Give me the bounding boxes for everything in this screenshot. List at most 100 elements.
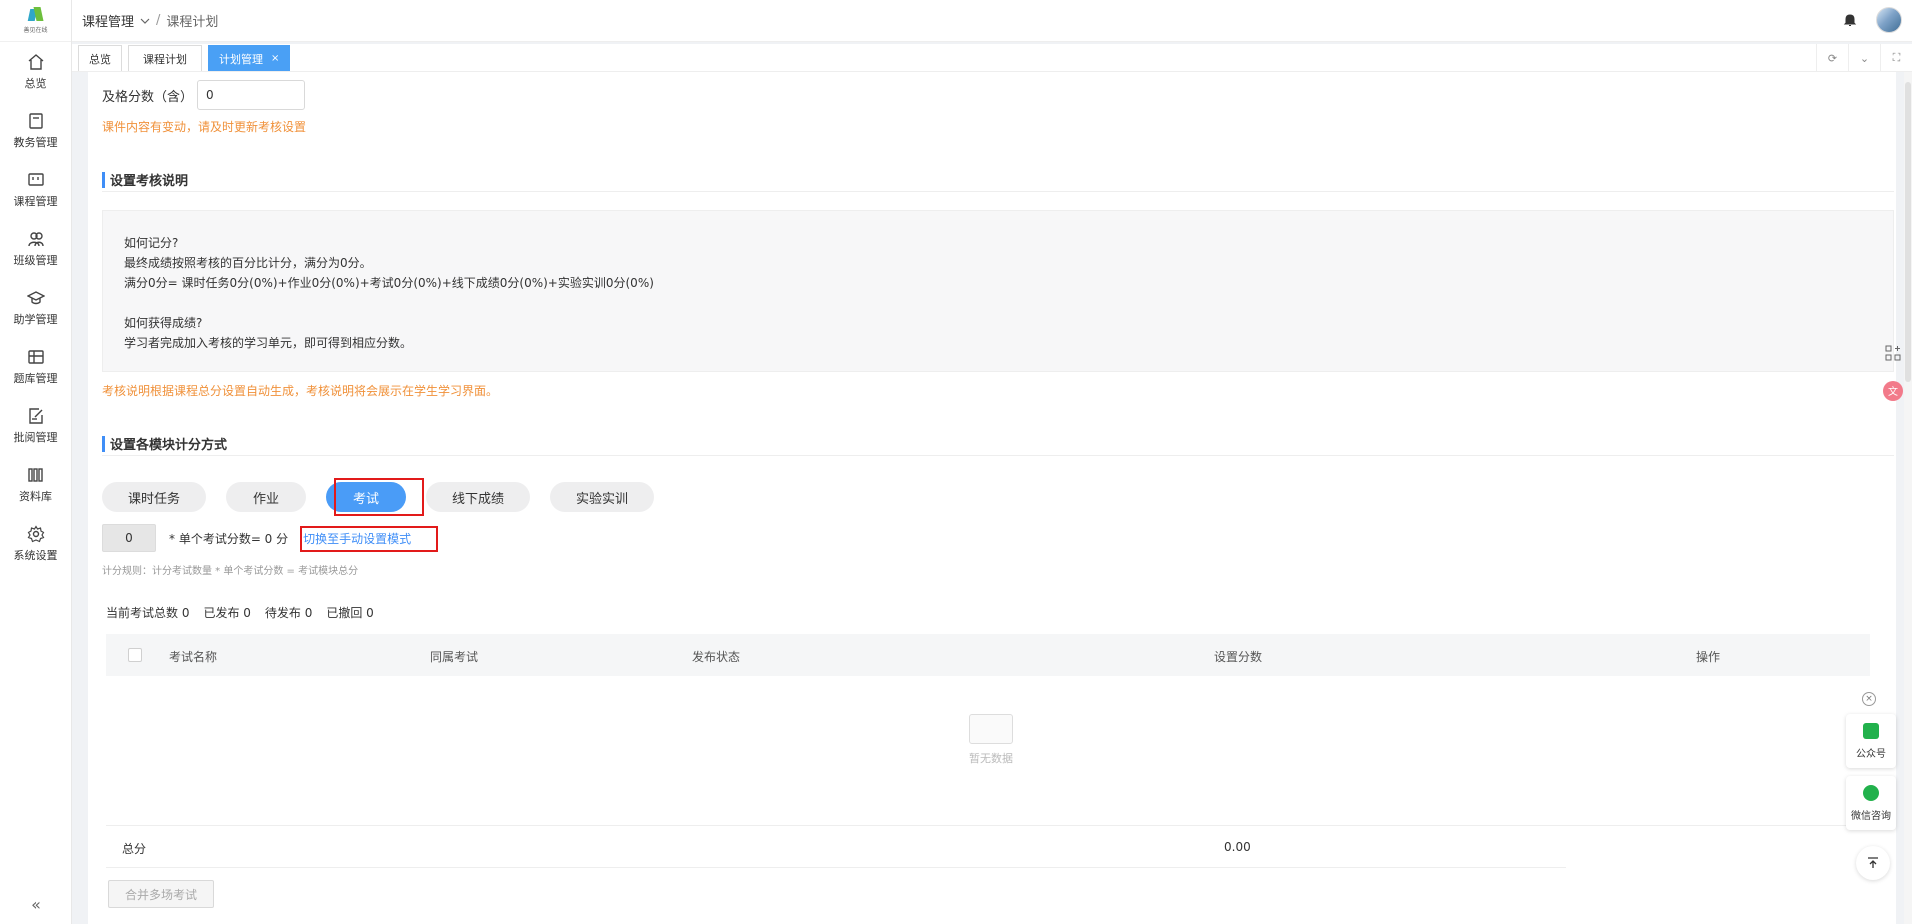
logo: 善见在线 [0,0,71,42]
section-title-text: 设置考核说明 [110,174,189,189]
pass-score-input[interactable] [197,80,306,110]
tab-label: 计划管理 [219,52,263,66]
pill-homework[interactable]: 作业 [226,482,306,512]
sidebar-item-label: 题库管理 [13,371,58,385]
float-close-button[interactable]: × [1862,692,1876,706]
accent-bar [102,172,105,188]
bell-icon[interactable] [1842,12,1858,28]
sidebar-item-label: 助学管理 [13,312,58,326]
header: 课程管理 / 课程计划 [72,0,1912,42]
public-account-button[interactable]: 公众号 [1846,714,1896,768]
stat-pending: 待发布 0 [264,606,313,620]
wechat-icon [1863,784,1879,801]
desc-line: 如何获得成绩? [124,316,203,330]
scoring-rule: 计分规则：计分考试数量 * 单个考试分数 = 考试模块总分 [102,566,359,577]
logo-text: 善见在线 [23,27,48,34]
back-to-top-button[interactable] [1856,846,1890,880]
page-scrollbar[interactable] [1904,72,1912,924]
col-publish-status: 发布状态 [692,650,741,664]
select-all-checkbox[interactable] [128,648,142,662]
chevron-down-icon[interactable] [140,16,150,26]
col-set-score: 设置分数 [1214,650,1263,664]
stat-revoked: 已撤回 0 [326,606,374,620]
breadcrumb: 课程管理 / 课程计划 [82,11,218,30]
highlight-box-switch [300,526,438,552]
desc-line: 满分0分= 课时任务0分(0%)+作业0分(0%)+考试0分(0%)+线下成绩0… [124,276,654,290]
sidebar-item-assist[interactable]: 助学管理 [0,278,71,337]
description-note: 考核说明根据课程总分设置自动生成，考核说明将会展示在学生学习界面。 [102,384,499,398]
translate-icon[interactable]: 文 [1882,380,1904,402]
book-icon [28,112,43,129]
sidebar-item-review[interactable]: 批阅管理 [0,396,71,455]
graduation-cap-icon [26,290,45,304]
users-icon [27,231,44,246]
pill-experiment[interactable]: 实验实训 [550,482,654,512]
sidebar-item-library[interactable]: 资料库 [0,455,71,514]
accent-bar [102,436,105,452]
table-header: 考试名称 同属考试 发布状态 设置分数 操作 [106,634,1870,676]
exam-stats: 当前考试总数 0 已发布 0 待发布 0 已撤回 0 [106,604,374,621]
sidebar-item-question-bank[interactable]: 题库管理 [0,337,71,396]
collapse-sidebar-button[interactable]: « [0,895,72,914]
stat-total: 当前考试总数 0 [106,606,190,620]
tab-label: 课程计划 [143,52,187,66]
table-body: 暂无数据 [106,676,1870,826]
question-bank-icon [27,349,44,364]
col-actions: 操作 [1696,650,1721,664]
desc-line [124,293,1872,313]
tab-label: 总览 [89,52,111,66]
highlight-box-exam [334,478,424,516]
scroll-thumb[interactable] [1905,82,1911,382]
sidebar-item-label: 教务管理 [13,135,58,149]
score-equation: * 单个考试分数= 0 分 [169,531,289,546]
refresh-icon[interactable]: ⟳ [1816,44,1848,72]
pill-lesson-task[interactable]: 课时任务 [102,482,206,512]
wechat-consult-button[interactable]: 微信咨询 [1846,776,1896,830]
sidebar-item-label: 系统设置 [13,548,58,562]
empty-text: 暂无数据 [969,752,1013,765]
merge-exams-button[interactable]: 合并多场考试 [108,880,214,908]
exam-count-input[interactable]: 0 [102,524,156,552]
stat-published: 已发布 0 [203,606,251,620]
breadcrumb-parent[interactable]: 课程管理 [82,11,134,30]
sidebar: 善见在线 总览 教务管理 课程管理 班级管理 助学管理 题库管理 批阅管理 资料… [0,0,72,924]
section-title-text: 设置各模块计分方式 [110,438,228,453]
section-title-modules: 设置各模块计分方式 [102,434,1894,456]
close-icon[interactable]: × [271,53,279,64]
empty-state: 暂无数据 [966,714,1016,766]
breadcrumb-current: 课程计划 [166,15,219,30]
board-icon [27,172,44,186]
sidebar-item-label: 资料库 [19,489,52,503]
sidebar-item-class[interactable]: 班级管理 [0,219,71,278]
main-panel: 及格分数（含） 课件内容有变动，请及时更新考核设置 设置考核说明 如何记分? 最… [88,72,1896,924]
chevron-down-icon[interactable]: ⌄ [1848,44,1880,72]
sidebar-item-label: 批阅管理 [13,430,58,444]
update-warning: 课件内容有变动，请及时更新考核设置 [102,120,307,134]
sidebar-item-label: 课程管理 [13,194,58,208]
tab-course-plan[interactable]: 课程计划 [128,45,202,71]
logo-icon [26,7,46,23]
sidebar-item-label: 总览 [24,76,47,90]
tab-bar: 总览 课程计划 计划管理 × ⟳ ⌄ ⛶ [72,44,1912,72]
pass-score-label: 及格分数（含） [102,89,194,105]
table-footer: 总分 0.00 [106,826,1566,868]
tab-overview[interactable]: 总览 [78,45,122,71]
sidebar-item-course[interactable]: 课程管理 [0,160,71,219]
section-title-desc: 设置考核说明 [102,170,1894,192]
desc-line: 如何记分? [124,236,179,250]
empty-box-icon [969,714,1013,744]
pill-offline-score[interactable]: 线下成绩 [426,482,530,512]
tab-plan-management[interactable]: 计划管理 × [208,45,291,71]
apps-icon[interactable] [1882,342,1904,364]
sidebar-item-overview[interactable]: 总览 [0,42,71,101]
avatar[interactable] [1876,7,1902,33]
wechat-consult-label: 微信咨询 [1851,810,1891,822]
wechat-public-icon [1863,722,1879,739]
total-label: 总分 [122,842,147,856]
sidebar-item-settings[interactable]: 系统设置 [0,514,71,573]
sidebar-item-academic[interactable]: 教务管理 [0,101,71,160]
desc-line: 最终成绩按照考核的百分比计分，满分为0分。 [124,256,372,270]
fullscreen-icon[interactable]: ⛶ [1880,44,1912,72]
col-related-exam: 同属考试 [430,650,479,664]
home-icon [28,53,43,70]
